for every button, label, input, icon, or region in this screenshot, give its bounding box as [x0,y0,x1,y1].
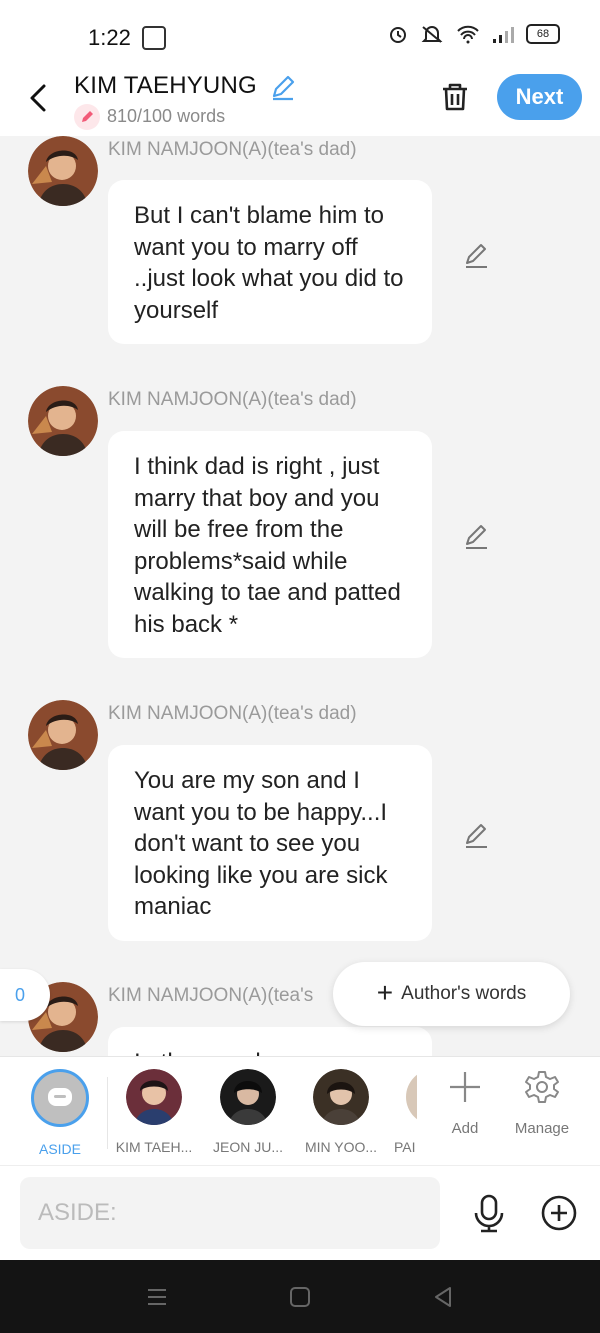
avatar[interactable] [28,136,98,206]
sender-name: KIM NAMJOON(A)(tea's dad) [108,139,357,160]
character-bar: ASIDE KIM TAEH... JEON JU... MIN YOO... … [0,1056,600,1166]
notification-app-icon [142,26,166,50]
gear-icon [525,1071,559,1103]
home-icon[interactable] [289,1286,311,1308]
input-bar [0,1165,600,1261]
character-item[interactable]: PAI [372,1069,417,1155]
message-bubble[interactable]: I think dad is right , just marry that b… [108,431,432,658]
avatar[interactable] [28,700,98,770]
sender-name: KIM NAMJOON(A)(tea's dad) [108,389,357,410]
sender-name: KIM NAMJOON(A)(tea's [108,985,314,1006]
add-circle-icon[interactable] [540,1193,578,1233]
message-bubble[interactable]: But I can't blame him to want you to mar… [108,180,432,344]
message-bubble[interactable]: I...the...mod... [108,1027,432,1056]
aside-label: ASIDE [38,1141,81,1157]
system-nav-bar [0,1260,600,1333]
edit-title-icon[interactable] [268,72,298,102]
sender-name: KIM NAMJOON(A)(tea's dad) [108,703,357,724]
plus-icon: + [376,976,394,1008]
mute-icon [421,26,443,43]
page-title: KIM TAEHYUNG [74,72,257,99]
edit-message-icon[interactable] [462,522,490,550]
character-item[interactable]: KIM TAEH... [109,1069,199,1155]
count-toggle[interactable]: 0 [0,969,50,1021]
avatar[interactable] [28,386,98,456]
pencil-icon [74,104,100,130]
edit-message-icon[interactable] [462,241,490,269]
edit-message-icon[interactable] [462,821,490,849]
chat-list: KIM NAMJOON(A)(tea's dad) But I can't bl… [0,136,600,1056]
avatar [406,1069,417,1125]
author-words-button[interactable]: + Author's words [333,962,570,1026]
message-input[interactable] [20,1177,440,1249]
header: KIM TAEHYUNG 810/100 words Next [0,66,600,136]
trash-icon[interactable] [438,80,472,114]
next-button[interactable]: Next [497,74,582,120]
microphone-icon[interactable] [470,1193,508,1233]
character-aside[interactable]: ASIDE [15,1069,105,1157]
manage-button[interactable]: Manage [502,1069,582,1137]
avatar [126,1069,182,1125]
avatar [313,1069,369,1125]
character-item[interactable]: JEON JU... [203,1069,293,1155]
avatar [220,1069,276,1125]
back-icon[interactable] [432,1286,454,1308]
word-count: 810/100 words [107,106,226,126]
divider [107,1077,108,1149]
battery-icon: 68 [526,24,560,44]
menu-icon[interactable] [146,1286,168,1308]
character-name: JEON JU... [212,1139,283,1155]
signal-icon [493,27,514,43]
character-name: PAI [394,1139,416,1155]
status-time: 1:22 [88,25,131,50]
add-label: Add [451,1120,479,1137]
character-name: KIM TAEH... [115,1139,193,1155]
author-words-label: Author's words [401,983,527,1004]
plus-icon [450,1072,480,1102]
status-icons: 68 [388,24,560,44]
wifi-icon [457,25,479,44]
add-character-button[interactable]: Add [425,1069,505,1137]
status-bar: 1:22 68 [0,0,600,66]
manage-label: Manage [514,1120,570,1137]
alarm-icon [390,27,406,43]
aside-icon [31,1069,89,1127]
back-arrow-icon[interactable] [24,80,52,116]
message-bubble[interactable]: You are my son and I want you to be happ… [108,745,432,941]
